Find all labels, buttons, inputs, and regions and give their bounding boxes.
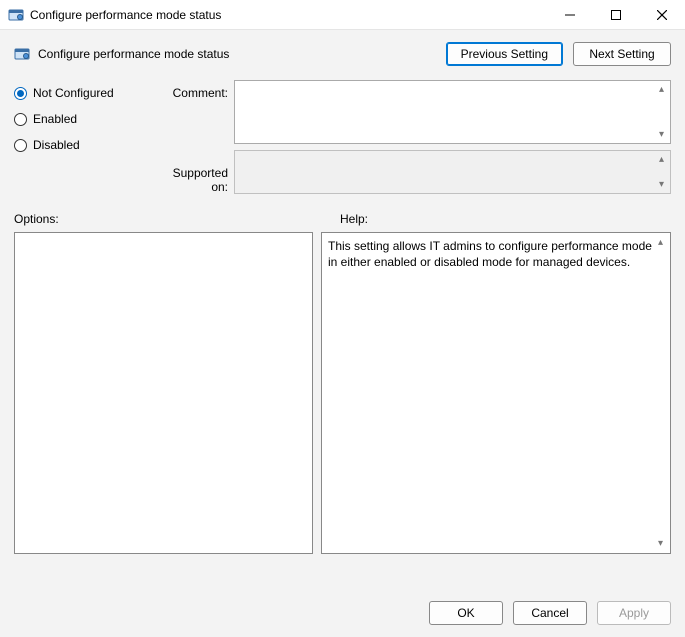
next-setting-button[interactable]: Next Setting (573, 42, 671, 66)
state-radio-group: Not Configured Enabled Disabled (14, 80, 154, 194)
scroll-up-icon[interactable]: ▴ (655, 83, 668, 96)
minimize-button[interactable] (547, 0, 593, 29)
help-text: This setting allows IT admins to configu… (328, 239, 652, 269)
radio-disabled[interactable]: Disabled (14, 138, 154, 152)
radio-enabled[interactable]: Enabled (14, 112, 154, 126)
radio-icon (14, 113, 27, 126)
scroll-down-icon[interactable]: ▾ (655, 128, 668, 141)
options-label: Options: (14, 212, 340, 226)
panes: This setting allows IT admins to configu… (0, 232, 685, 554)
comment-label: Comment: (154, 86, 228, 100)
fields: ▴ ▾ ▴ ▾ (234, 80, 671, 194)
radio-icon (14, 139, 27, 152)
supported-on-display: ▴ ▾ (234, 150, 671, 194)
policy-icon (14, 46, 30, 62)
maximize-button[interactable] (593, 0, 639, 29)
options-pane (14, 232, 313, 554)
config-area: Not Configured Enabled Disabled Comment:… (0, 66, 685, 194)
mid-labels: Options: Help: (0, 194, 685, 232)
radio-not-configured[interactable]: Not Configured (14, 86, 154, 100)
scroll-down-icon[interactable]: ▾ (655, 178, 668, 191)
radio-label: Disabled (33, 138, 80, 152)
titlebar: Configure performance mode status (0, 0, 685, 30)
window-title: Configure performance mode status (30, 8, 221, 22)
comment-input[interactable]: ▴ ▾ (234, 80, 671, 144)
field-labels: Comment: Supported on: (154, 80, 234, 194)
radio-icon (14, 87, 27, 100)
ok-button[interactable]: OK (429, 601, 503, 625)
radio-label: Enabled (33, 112, 77, 126)
app-icon (8, 7, 24, 23)
scroll-up-icon[interactable]: ▴ (654, 236, 667, 249)
scroll-up-icon[interactable]: ▴ (655, 153, 668, 166)
help-label: Help: (340, 212, 368, 226)
scroll-down-icon[interactable]: ▾ (654, 537, 667, 550)
cancel-button[interactable]: Cancel (513, 601, 587, 625)
radio-label: Not Configured (33, 86, 114, 100)
footer-buttons: OK Cancel Apply (429, 601, 671, 625)
subheader: Configure performance mode status Previo… (0, 30, 685, 66)
previous-setting-button[interactable]: Previous Setting (446, 42, 563, 66)
close-button[interactable] (639, 0, 685, 29)
window-controls (547, 0, 685, 29)
nav-buttons: Previous Setting Next Setting (446, 42, 671, 66)
help-pane: This setting allows IT admins to configu… (321, 232, 671, 554)
policy-title: Configure performance mode status (38, 47, 229, 61)
apply-button: Apply (597, 601, 671, 625)
supported-label: Supported on: (154, 166, 228, 194)
